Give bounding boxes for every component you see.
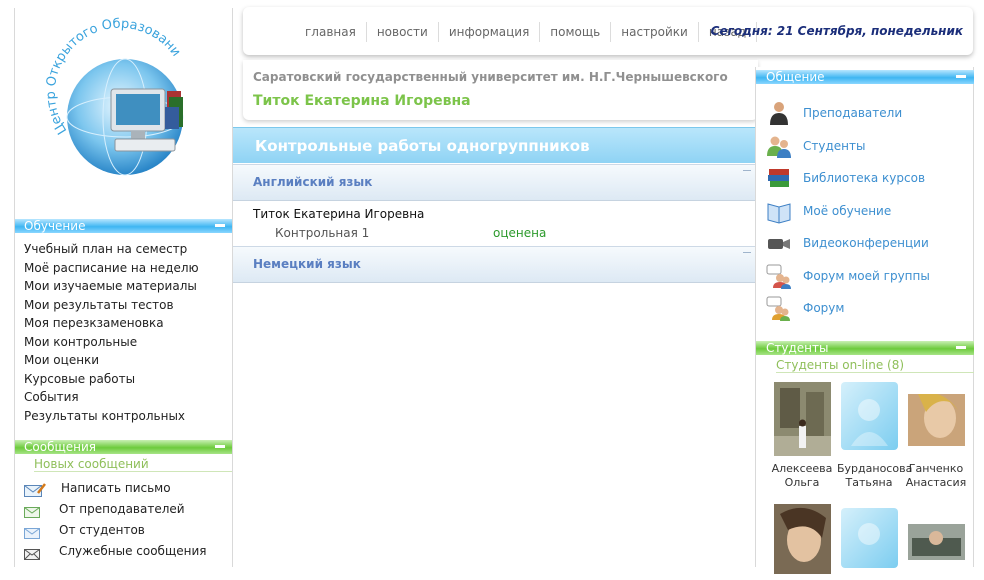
student-first-name: Ганченко: [908, 462, 964, 475]
university-name: Саратовский государственный университет …: [253, 70, 728, 84]
today-date: Сегодня: 21 Сентября, понедельник: [710, 24, 963, 38]
teacher-icon: [766, 100, 792, 126]
student-first-name: Алексеева: [771, 462, 833, 475]
students-icon: [766, 133, 792, 159]
communication-menu: Преподаватели Студенты Библиотека курсов…: [766, 97, 930, 325]
collapse-icon[interactable]: [743, 170, 751, 171]
page-title: Контрольные работы одногруппников: [233, 127, 757, 163]
collapse-icon[interactable]: [956, 346, 966, 349]
course-library-link[interactable]: Библиотека курсов: [766, 162, 930, 195]
student-last-name: Татьяна: [845, 476, 893, 489]
books-icon: [766, 165, 792, 191]
study-item[interactable]: Моя перезкзаменовка: [24, 314, 199, 333]
communication-section-header: Общение: [756, 70, 974, 84]
main-content: Контрольные работы одногруппников Англий…: [232, 127, 757, 567]
student-last-name: Ольга: [784, 476, 820, 489]
study-item[interactable]: Моё расписание на неделю: [24, 259, 199, 278]
study-item[interactable]: Мои изучаемые материалы: [24, 277, 199, 296]
communication-section-title: Общение: [766, 70, 825, 84]
collapse-icon[interactable]: [956, 75, 966, 78]
study-item[interactable]: События: [24, 388, 199, 407]
book-open-icon: [766, 198, 792, 224]
student-photo: [773, 504, 831, 574]
work-status: оценена: [493, 226, 547, 240]
left-column: Центр Открытого Образования Обучение Уче…: [14, 0, 233, 567]
student-last-name: Анастасия: [905, 476, 967, 489]
nav-news[interactable]: новости: [367, 22, 439, 42]
student-card[interactable]: Бурданосова Татьяна: [837, 382, 913, 490]
write-letter-item[interactable]: Написать письмо: [24, 478, 207, 499]
study-section-title: Обучение: [24, 219, 86, 233]
study-menu: Учебный план на семестр Моё расписание н…: [24, 240, 199, 425]
subject-english[interactable]: Английский язык: [233, 164, 757, 201]
messages-menu: Написать письмо От преподавателей От сту…: [24, 478, 207, 562]
collapse-icon[interactable]: [215, 224, 225, 227]
group-forum-link[interactable]: Форум моей группы: [766, 260, 930, 293]
student-photo: [840, 508, 898, 568]
write-letter-icon: [24, 483, 46, 497]
students-section-header: Студенты: [756, 341, 974, 355]
student-photo: [773, 382, 831, 456]
online-students-link[interactable]: Студенты on-line (8): [776, 358, 974, 373]
students-link[interactable]: Студенты: [766, 130, 930, 163]
forum-icon: [766, 295, 792, 322]
new-messages-link[interactable]: Новых сообщений: [34, 457, 233, 472]
nav-home[interactable]: главная: [295, 22, 367, 42]
student-photo: [840, 382, 898, 450]
camera-icon: [766, 230, 792, 256]
student-card[interactable]: [904, 524, 968, 566]
messages-section-title: Сообщения: [24, 440, 97, 454]
nav-settings[interactable]: настройки: [611, 22, 699, 42]
student-card[interactable]: Алексеева Ольга: [770, 382, 834, 490]
study-section-header: Обучение: [15, 219, 233, 233]
from-students-item[interactable]: От студентов: [24, 520, 207, 541]
videoconference-link[interactable]: Видеоконференции: [766, 227, 930, 260]
logo: Центр Открытого Образования: [41, 0, 215, 196]
service-messages-item[interactable]: Служебные сообщения: [24, 541, 207, 562]
top-navigation: главная новости информация помощь настро…: [243, 7, 973, 55]
study-item[interactable]: Мои оценки: [24, 351, 199, 370]
study-item[interactable]: Мои контрольные: [24, 333, 199, 352]
students-section-title: Студенты: [766, 341, 829, 355]
study-item[interactable]: Учебный план на семестр: [24, 240, 199, 259]
collapse-icon[interactable]: [743, 252, 751, 253]
envelope-icon: [24, 525, 40, 539]
my-learning-link[interactable]: Моё обучение: [766, 195, 930, 228]
student-photo: [907, 524, 965, 560]
student-card[interactable]: [837, 508, 901, 574]
user-name: Титок Екатерина Игоревна: [253, 93, 471, 109]
work-row: Контрольная 1 оценена: [275, 226, 755, 240]
student-card[interactable]: [770, 504, 834, 580]
nav-help[interactable]: помощь: [540, 22, 612, 42]
envelope-icon: [24, 546, 40, 560]
collapse-icon[interactable]: [215, 445, 225, 448]
student-photo: [907, 392, 965, 446]
header-info: Саратовский государственный университет …: [243, 60, 758, 120]
from-teachers-item[interactable]: От преподавателей: [24, 499, 207, 520]
student-first-name: Бурданосова: [837, 462, 913, 475]
forum-link[interactable]: Форум: [766, 292, 930, 325]
student-name: Титок Екатерина Игоревна: [253, 207, 425, 221]
envelope-icon: [24, 504, 40, 518]
nav-info[interactable]: информация: [439, 22, 541, 42]
study-item[interactable]: Курсовые работы: [24, 370, 199, 389]
study-item[interactable]: Мои результаты тестов: [24, 296, 199, 315]
messages-section-header: Сообщения: [15, 440, 233, 454]
group-forum-icon: [766, 263, 792, 289]
subject-german[interactable]: Немецкий язык: [233, 246, 757, 283]
work-title[interactable]: Контрольная 1: [275, 226, 369, 240]
study-item[interactable]: Результаты контрольных: [24, 407, 199, 426]
right-column: Общение Преподаватели Студенты Библиотек…: [755, 67, 974, 574]
teachers-link[interactable]: Преподаватели: [766, 97, 930, 130]
student-card[interactable]: Ганченко Анастасия: [904, 382, 968, 490]
